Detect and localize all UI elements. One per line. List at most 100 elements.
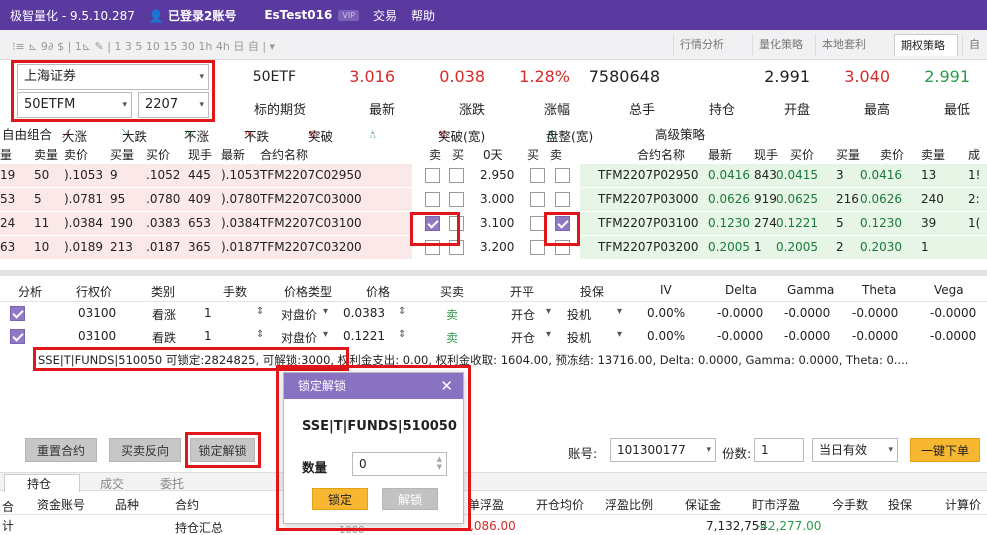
put-sell-checkbox[interactable] xyxy=(555,216,570,231)
order-oc[interactable]: 开仓 xyxy=(511,329,535,346)
chain-cell: .0187 xyxy=(146,240,181,254)
chain-row[interactable]: 63 10).0189 213 .0187 365).0187 TFM2207C03200… xyxy=(0,236,987,259)
lock-button[interactable]: 锁定 xyxy=(312,488,368,510)
chain-cell: 2: xyxy=(968,192,980,206)
strike-price: 3.200 xyxy=(480,240,515,254)
col-header: 现手 xyxy=(754,148,779,162)
user-status[interactable]: 👤 已登录2账号 xyxy=(149,7,250,24)
col-header: 卖 xyxy=(429,148,442,162)
chevron-down-icon[interactable]: ▾ xyxy=(546,329,551,340)
qty-stepper-icon[interactable]: ⇕ xyxy=(256,306,264,317)
col-header: 手数 xyxy=(223,285,248,299)
timeframe-bar[interactable]: ⁝≡ ⊾ 9∂ $ | 1⊾ ✎ | 1 3 5 10 15 30 1h 4h … xyxy=(12,38,275,54)
qty-stepper-icon[interactable]: ⇕ xyxy=(256,329,264,340)
chain-row[interactable]: 53 5).0781 95 .0780 409).0780 TFM2207C03000 3.… xyxy=(0,188,987,211)
menu-help[interactable]: 帮助 xyxy=(411,7,435,24)
chevron-down-icon[interactable]: ▾ xyxy=(617,329,622,340)
chain-cell: 9 xyxy=(110,168,118,182)
chain-cell: 1 xyxy=(921,240,929,254)
tab-quant[interactable]: 量化策略 xyxy=(752,34,816,56)
chain-cell: 13 xyxy=(921,168,937,182)
lock-unlock-button[interactable]: 锁定解锁 xyxy=(190,438,255,462)
order-strike: 03100 xyxy=(78,306,117,320)
tab-trades[interactable]: 成交 xyxy=(100,475,124,492)
put-buy-checkbox[interactable] xyxy=(530,216,545,231)
col-header: 买价 xyxy=(146,148,171,162)
title-bar: 极智量化 - 9.5.10.287 👤 已登录2账号 EsTest016 VIP… xyxy=(0,0,987,30)
put-sell-checkbox[interactable] xyxy=(555,240,570,255)
unlock-button[interactable]: 解锁 xyxy=(382,488,438,510)
order-hedge[interactable]: 投机 xyxy=(567,329,591,346)
dialog-code: SSE|T|FUNDS|510050 xyxy=(302,419,457,434)
exchange-select[interactable]: 上海证券 ▾ xyxy=(17,64,209,90)
call-buy-checkbox[interactable] xyxy=(449,192,464,207)
order-oc[interactable]: 开仓 xyxy=(511,306,535,323)
qty-input[interactable]: 0 ▲ ▼ xyxy=(352,452,447,476)
chain-cell: 53 xyxy=(0,192,16,206)
put-buy-checkbox[interactable] xyxy=(530,240,545,255)
price-stepper-icon[interactable]: ⇕ xyxy=(398,306,406,317)
strategy-free[interactable]: 自由组合 xyxy=(2,124,52,143)
call-sell-checkbox[interactable] xyxy=(425,192,440,207)
chevron-down-icon[interactable]: ▾ xyxy=(323,306,328,317)
tab-arbitrage[interactable]: 本地套利 xyxy=(815,34,879,56)
validity-select[interactable]: 当日有效 ▾ xyxy=(812,438,898,462)
chevron-down-icon[interactable]: ▾ xyxy=(617,306,622,317)
chain-row[interactable]: 24 11).0384 190.0383 653).0384 TFM2207C03100… xyxy=(0,212,987,235)
put-buy-checkbox[interactable] xyxy=(530,168,545,183)
app-title: 极智量化 - 9.5.10.287 xyxy=(10,8,135,23)
put-sell-checkbox[interactable] xyxy=(555,168,570,183)
analyze-checkbox[interactable] xyxy=(10,329,25,344)
col-header: 卖量 xyxy=(921,148,946,162)
chain-cell: 2 xyxy=(836,240,844,254)
stepper-icon[interactable]: ▲ ▼ xyxy=(437,455,442,471)
order-row[interactable]: 03100 看涨 1 对盘价 0.0383 卖 开仓 投机 0.00% -0.0000 -0.000… xyxy=(0,302,987,325)
analyze-checkbox[interactable] xyxy=(10,306,25,321)
call-sell-checkbox[interactable] xyxy=(425,216,440,231)
reverse-side-button[interactable]: 买卖反向 xyxy=(109,438,181,462)
account-name[interactable]: EsTest016 xyxy=(264,8,332,22)
tab-more[interactable]: 自 xyxy=(962,34,987,56)
chain-cell: 50 xyxy=(34,168,50,182)
reset-contracts-button[interactable]: 重置合约 xyxy=(25,438,97,462)
order-price[interactable]: 0.0383 xyxy=(343,306,385,320)
order-qty[interactable]: 1 xyxy=(204,306,212,320)
strike-price: 3.000 xyxy=(480,192,515,206)
order-vega: -0.0000 xyxy=(930,329,977,343)
tab-orders[interactable]: 委托 xyxy=(160,475,184,492)
chain-cell: ).1053 xyxy=(221,168,261,182)
chevron-down-icon[interactable]: ▾ xyxy=(546,306,551,317)
dialog-title-bar: 锁定解锁 ✕ xyxy=(284,373,463,399)
call-buy-checkbox[interactable] xyxy=(449,168,464,183)
submit-order-button[interactable]: 一键下单 xyxy=(910,438,980,462)
month-select[interactable]: 2207 ▾ xyxy=(138,92,209,118)
order-ptype[interactable]: 对盘价 xyxy=(281,329,317,346)
chain-cell: 0.0626 xyxy=(708,192,750,206)
call-sell-checkbox[interactable] xyxy=(425,168,440,183)
close-icon[interactable]: ✕ xyxy=(440,373,453,399)
price-stepper-icon[interactable]: ⇕ xyxy=(398,329,406,340)
tab-options[interactable]: 期权策略 xyxy=(894,34,958,56)
call-buy-checkbox[interactable] xyxy=(449,240,464,255)
col-header: 买 xyxy=(452,148,465,162)
order-price[interactable]: 0.1221 xyxy=(343,329,385,343)
order-hedge[interactable]: 投机 xyxy=(567,306,591,323)
strategy-advanced[interactable]: 高级策略 xyxy=(655,124,705,143)
chevron-down-icon[interactable]: ▾ xyxy=(323,329,328,340)
contract-select[interactable]: 50ETFM ▾ xyxy=(17,92,132,118)
tab-positions[interactable]: 持仓 xyxy=(4,474,81,492)
order-qty[interactable]: 1 xyxy=(204,329,212,343)
order-row[interactable]: 03100 看跌 1 对盘价 0.1221 卖 开仓 投机 0.00% -0.0000 -0.000… xyxy=(0,325,987,348)
chain-cell: ).0187 xyxy=(221,240,261,254)
menu-trade[interactable]: 交易 xyxy=(373,7,397,24)
put-sell-checkbox[interactable] xyxy=(555,192,570,207)
call-buy-checkbox[interactable] xyxy=(449,216,464,231)
put-buy-checkbox[interactable] xyxy=(530,192,545,207)
call-sell-checkbox[interactable] xyxy=(425,240,440,255)
chain-row[interactable]: 19 50).1053 9.1052 445).1053 TFM2207C02950 2.… xyxy=(0,164,987,187)
chain-cell: .0383 xyxy=(146,216,181,230)
order-ptype[interactable]: 对盘价 xyxy=(281,306,317,323)
account-select[interactable]: 101300177 ▾ xyxy=(610,438,716,462)
copies-input[interactable]: 1 xyxy=(754,438,804,462)
tab-market[interactable]: 行情分析 xyxy=(673,34,737,56)
